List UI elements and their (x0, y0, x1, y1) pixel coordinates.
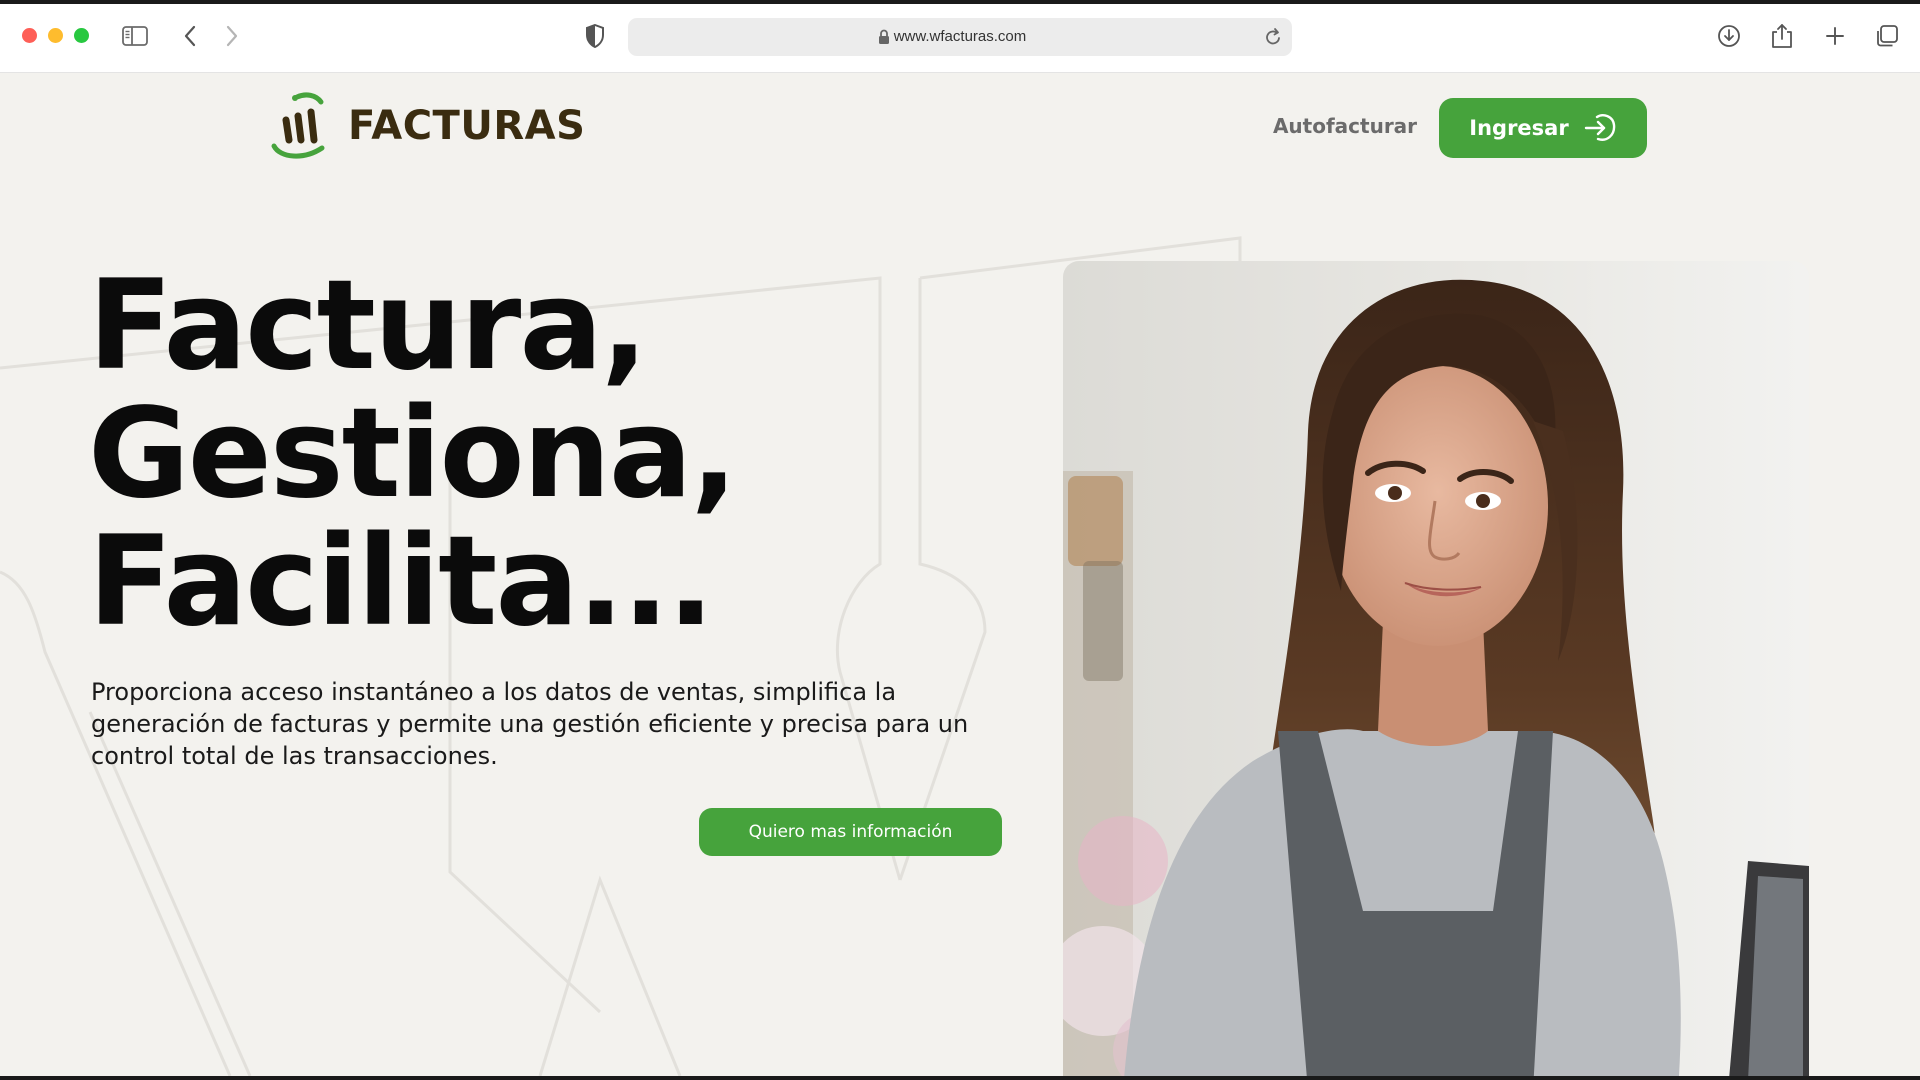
hero-title-line: Facilita... (88, 510, 714, 654)
address-bar[interactable]: www.wfacturas.com (628, 18, 1292, 56)
hero-photo (1063, 261, 1809, 1076)
site-logo[interactable]: FACTURAS (270, 90, 585, 162)
plus-icon[interactable] (1820, 22, 1850, 50)
autofacturar-link[interactable]: Autofacturar (1270, 114, 1420, 138)
hero-title-line: Gestiona, (88, 382, 738, 526)
logo-text: FACTURAS (348, 103, 586, 149)
more-info-button[interactable]: Quiero mas información (699, 808, 1002, 856)
tabs-overview-icon[interactable] (1872, 22, 1902, 50)
close-window-button[interactable] (22, 28, 37, 43)
chevron-left-icon[interactable] (175, 22, 205, 50)
browser-toolbar: www.wfacturas.com (0, 4, 1920, 73)
chevron-right-icon[interactable] (217, 22, 247, 50)
hero-title: Factura, Gestiona, Facilita... (88, 254, 738, 654)
browser-window: www.wfacturas.com FACTURAS Autofacturar … (0, 4, 1920, 1076)
landing-page: FACTURAS Autofacturar Ingresar Factura, … (0, 72, 1920, 1076)
facturas-logo-icon (271, 92, 325, 159)
shield-icon[interactable] (580, 22, 610, 50)
hero-description: Proporciona acceso instantáneo a los dat… (91, 678, 969, 770)
sign-in-icon (1584, 114, 1615, 141)
reload-icon[interactable] (1264, 27, 1282, 52)
url-text: www.wfacturas.com (893, 28, 1027, 45)
hero-title-line: Factura, (88, 254, 648, 398)
download-icon[interactable] (1714, 22, 1744, 50)
ingresar-button-label: Ingresar (1469, 116, 1569, 140)
minimize-window-button[interactable] (48, 28, 63, 43)
sidebar-icon[interactable] (120, 22, 150, 50)
ingresar-button[interactable]: Ingresar (1439, 98, 1647, 158)
zoom-window-button[interactable] (74, 28, 89, 43)
share-icon[interactable] (1767, 22, 1797, 50)
